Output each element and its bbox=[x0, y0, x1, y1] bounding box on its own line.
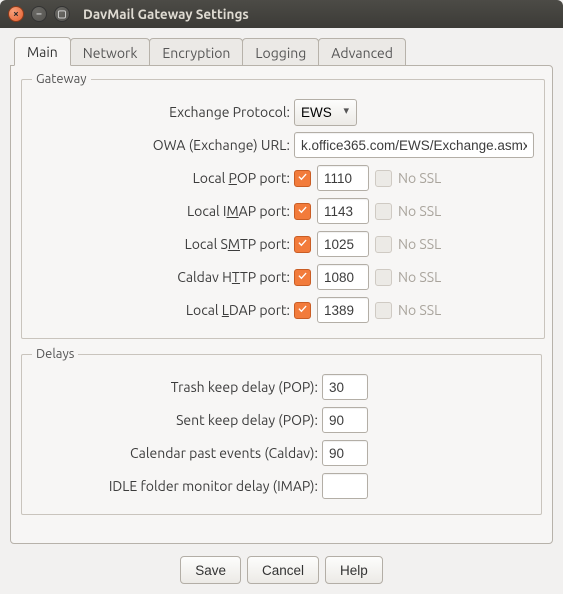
smtp-enable-checkbox[interactable] bbox=[294, 236, 311, 253]
delays-legend: Delays bbox=[32, 347, 78, 361]
calendar-past-label: Calendar past events (Caldav): bbox=[32, 445, 322, 461]
delays-group: Delays Trash keep delay (POP): Sent keep… bbox=[21, 347, 542, 515]
tab-advanced[interactable]: Advanced bbox=[318, 38, 406, 66]
smtp-port-label: Local SMTP port: bbox=[32, 236, 294, 252]
smtp-nossl-label: No SSL bbox=[398, 236, 441, 252]
owa-url-label: OWA (Exchange) URL: bbox=[32, 137, 294, 153]
close-icon[interactable]: × bbox=[8, 6, 24, 22]
gateway-group: Gateway Exchange Protocol: EWS OWA (Exch… bbox=[21, 72, 545, 339]
ldap-nossl-label: No SSL bbox=[398, 302, 441, 318]
window-title: DavMail Gateway Settings bbox=[83, 6, 249, 22]
smtp-nossl-checkbox[interactable] bbox=[375, 236, 392, 253]
pop-nossl-label: No SSL bbox=[398, 170, 441, 186]
imap-nossl-checkbox[interactable] bbox=[375, 203, 392, 220]
trash-delay-label: Trash keep delay (POP): bbox=[32, 379, 322, 395]
tab-network[interactable]: Network bbox=[70, 38, 151, 66]
ldap-port-input[interactable] bbox=[317, 297, 369, 323]
ldap-port-label: Local LDAP port: bbox=[32, 302, 294, 318]
trash-delay-input[interactable] bbox=[322, 374, 368, 400]
caldav-nossl-label: No SSL bbox=[398, 269, 441, 285]
pop-enable-checkbox[interactable] bbox=[294, 170, 311, 187]
cancel-button[interactable]: Cancel bbox=[247, 556, 319, 584]
imap-nossl-label: No SSL bbox=[398, 203, 441, 219]
pop-port-label: Local POP port: bbox=[32, 170, 294, 186]
tab-bar: Main Network Encryption Logging Advanced bbox=[10, 36, 553, 65]
sent-delay-label: Sent keep delay (POP): bbox=[32, 412, 322, 428]
caldav-nossl-checkbox[interactable] bbox=[375, 269, 392, 286]
sent-delay-input[interactable] bbox=[322, 407, 368, 433]
caldav-enable-checkbox[interactable] bbox=[294, 269, 311, 286]
owa-url-input[interactable] bbox=[294, 132, 534, 158]
idle-delay-input[interactable] bbox=[322, 473, 368, 499]
tab-main[interactable]: Main bbox=[14, 37, 71, 66]
gateway-legend: Gateway bbox=[32, 72, 91, 86]
pop-nossl-checkbox[interactable] bbox=[375, 170, 392, 187]
exchange-protocol-label: Exchange Protocol: bbox=[32, 104, 294, 120]
pop-port-input[interactable] bbox=[317, 165, 369, 191]
imap-port-label: Local IMAP port: bbox=[32, 203, 294, 219]
tab-logging[interactable]: Logging bbox=[242, 38, 319, 66]
caldav-port-label: Caldav HTTP port: bbox=[32, 269, 294, 285]
button-row: Save Cancel Help bbox=[10, 556, 553, 584]
calendar-past-input[interactable] bbox=[322, 440, 368, 466]
idle-delay-label: IDLE folder monitor delay (IMAP): bbox=[32, 478, 322, 494]
help-button[interactable]: Help bbox=[325, 556, 383, 584]
maximize-icon[interactable]: ▢ bbox=[54, 6, 70, 22]
imap-port-input[interactable] bbox=[317, 198, 369, 224]
smtp-port-input[interactable] bbox=[317, 231, 369, 257]
ldap-nossl-checkbox[interactable] bbox=[375, 302, 392, 319]
tab-encryption[interactable]: Encryption bbox=[149, 38, 243, 66]
imap-enable-checkbox[interactable] bbox=[294, 203, 311, 220]
minimize-icon[interactable]: – bbox=[31, 6, 47, 22]
ldap-enable-checkbox[interactable] bbox=[294, 302, 311, 319]
caldav-port-input[interactable] bbox=[317, 264, 369, 290]
main-panel: Gateway Exchange Protocol: EWS OWA (Exch… bbox=[10, 65, 553, 544]
exchange-protocol-select[interactable]: EWS bbox=[294, 99, 357, 126]
title-bar: × – ▢ DavMail Gateway Settings bbox=[0, 0, 563, 28]
save-button[interactable]: Save bbox=[180, 556, 241, 584]
